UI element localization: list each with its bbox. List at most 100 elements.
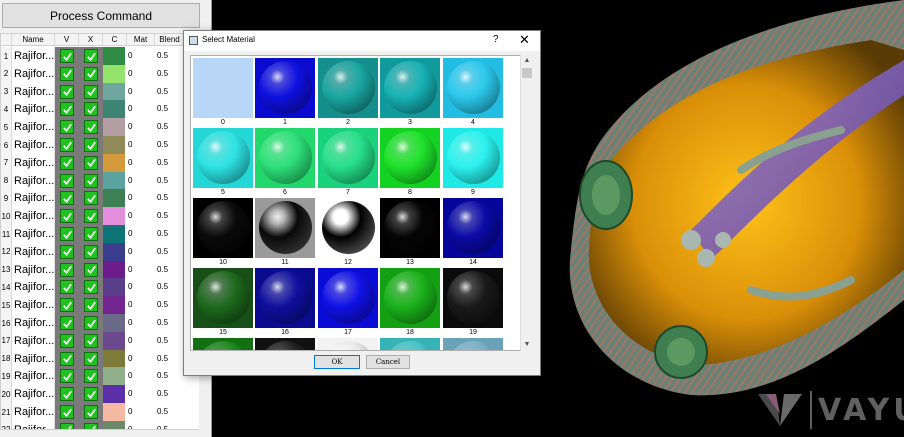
material-tile[interactable] [193,198,253,258]
layer-name[interactable]: Rajifor... [12,118,55,137]
material-grid-scrollbar[interactable]: ▲ ▼ [520,55,532,351]
visible-checkbox-icon[interactable] [60,298,74,313]
material-tile[interactable] [318,58,378,118]
blend-value[interactable]: 0.5 [157,296,168,314]
visible-checkbox-icon[interactable] [60,155,74,170]
layer-name[interactable]: Rajifor... [12,278,55,297]
visible-checkbox-icon[interactable] [60,84,74,99]
visible-cell[interactable] [55,385,79,404]
material-value[interactable]: 0 [128,172,132,190]
material-value[interactable]: 0 [128,83,132,101]
visible-checkbox-icon[interactable] [60,333,74,348]
table-row[interactable]: 21 Rajifor... 0 0.5 [1,403,205,421]
visible-checkbox-icon[interactable] [60,102,74,117]
material-value[interactable]: 0 [128,385,132,403]
material-value[interactable]: 0 [128,403,132,421]
visible-cell[interactable] [55,189,79,208]
x-cell[interactable] [79,314,103,332]
blend-value[interactable]: 0.5 [157,332,168,350]
x-checkbox-icon[interactable] [84,405,98,419]
layer-name[interactable]: Rajifor... [12,189,55,208]
x-checkbox-icon[interactable] [84,227,98,241]
layer-name[interactable]: Rajifor... [12,136,55,154]
x-checkbox-icon[interactable] [84,387,98,402]
visible-cell[interactable] [55,278,79,297]
name-column-header[interactable]: Name [12,34,55,46]
layer-name[interactable]: Rajifor... [12,171,55,190]
x-cell[interactable] [79,82,103,101]
table-row[interactable]: 10 Rajifor... 0 0.5 [1,207,205,226]
x-cell[interactable] [79,331,103,350]
color-swatch[interactable] [103,403,125,421]
visible-checkbox-icon[interactable] [60,351,74,366]
volume-render-viewport[interactable] [541,0,904,437]
x-checkbox-icon[interactable] [84,351,98,366]
color-swatch[interactable] [103,207,125,226]
material-tile[interactable] [380,58,440,118]
table-row[interactable]: 13 Rajifor... 0 0.5 [1,260,205,279]
visible-checkbox-icon[interactable] [60,280,74,295]
visible-cell[interactable] [55,403,79,421]
layer-name[interactable]: Rajifor... [12,47,55,65]
material-tile[interactable] [380,268,440,328]
layer-name[interactable]: Rajifor... [12,296,55,315]
visible-cell[interactable] [55,260,79,279]
visible-cell[interactable] [55,349,79,368]
blend-column-header[interactable]: Blend [155,34,185,46]
layer-name[interactable]: Rajifor... [12,367,55,386]
table-row[interactable]: 17 Rajifor... 0 0.5 [1,331,205,350]
x-checkbox-icon[interactable] [84,298,98,313]
material-value[interactable]: 0 [128,261,132,279]
x-cell[interactable] [79,278,103,297]
x-cell[interactable] [79,136,103,154]
scroll-up-arrow-icon[interactable]: ▲ [522,56,532,66]
color-swatch[interactable] [103,225,125,243]
table-row[interactable]: 19 Rajifor... 0 0.5 [1,367,205,386]
material-tile[interactable] [443,338,503,350]
visible-checkbox-icon[interactable] [60,244,74,259]
visible-checkbox-icon[interactable] [60,66,74,81]
material-tile[interactable] [193,128,253,188]
table-row[interactable]: 18 Rajifor... 0 0.5 [1,349,205,368]
table-row[interactable]: 3 Rajifor... 0 0.5 [1,82,205,101]
color-swatch[interactable] [103,118,125,137]
x-cell[interactable] [79,64,103,83]
material-value[interactable]: 0 [128,367,132,385]
x-checkbox-icon[interactable] [84,84,98,99]
table-row[interactable]: 20 Rajifor... 0 0.5 [1,385,205,404]
table-row[interactable]: 8 Rajifor... 0 0.5 [1,171,205,190]
table-row[interactable]: 5 Rajifor... 0 0.5 [1,118,205,137]
visible-cell[interactable] [55,100,79,119]
material-tile[interactable] [318,128,378,188]
visible-checkbox-icon[interactable] [60,191,74,206]
visible-checkbox-icon[interactable] [60,227,74,241]
visible-cell[interactable] [55,171,79,190]
material-tile[interactable] [255,338,315,350]
table-row[interactable]: 16 Rajifor... 0 0.5 [1,314,205,332]
x-cell[interactable] [79,403,103,421]
color-swatch[interactable] [103,314,125,332]
x-checkbox-icon[interactable] [84,280,98,295]
cancel-button[interactable]: Cancel [366,355,410,369]
blend-value[interactable]: 0.5 [157,136,168,154]
material-value[interactable]: 0 [128,189,132,207]
layer-name[interactable]: Rajifor... [12,331,55,350]
blend-value[interactable]: 0.5 [157,421,168,429]
visible-cell[interactable] [55,118,79,137]
visible-checkbox-icon[interactable] [60,405,74,419]
material-value[interactable]: 0 [128,332,132,350]
color-swatch[interactable] [103,242,125,261]
visible-cell[interactable] [55,367,79,386]
layer-name[interactable]: Rajifor... [12,153,55,172]
table-row[interactable]: 4 Rajifor... 0 0.5 [1,100,205,119]
blend-value[interactable]: 0.5 [157,314,168,332]
table-row[interactable]: 15 Rajifor... 0 0.5 [1,296,205,315]
blend-value[interactable]: 0.5 [157,385,168,403]
x-checkbox-icon[interactable] [84,49,98,63]
visible-checkbox-icon[interactable] [60,262,74,277]
layer-name[interactable]: Rajifor... [12,420,55,429]
blend-value[interactable]: 0.5 [157,189,168,207]
visible-checkbox-icon[interactable] [60,173,74,188]
material-tile[interactable] [380,198,440,258]
table-row[interactable]: 9 Rajifor... 0 0.5 [1,189,205,208]
